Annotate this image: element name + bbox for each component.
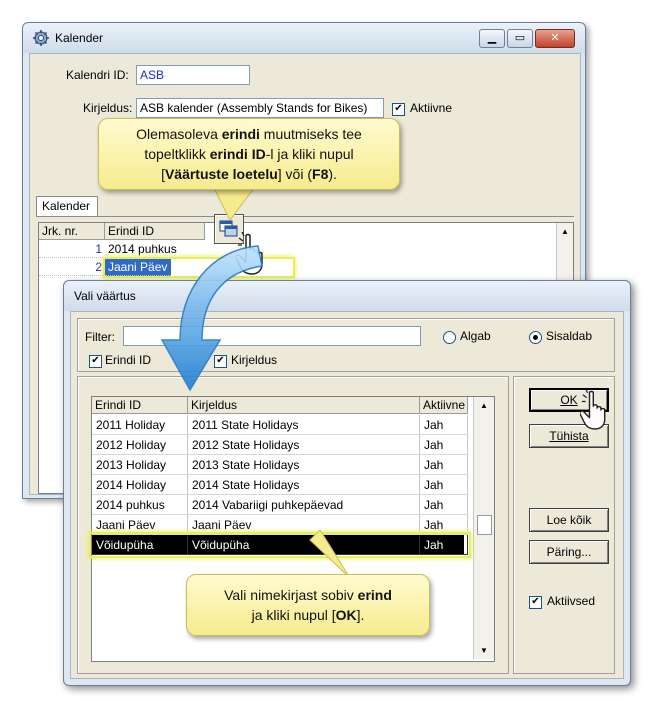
- callout-text: -l ja kliki nupul: [265, 146, 354, 162]
- aktiivne-label: Aktiivne: [410, 101, 453, 115]
- row-erindi-id: 2012 Holiday: [92, 435, 188, 455]
- callout-bottom-pointer: [309, 530, 351, 579]
- scroll-up-icon[interactable]: ▲: [474, 401, 494, 410]
- row-aktiivne: Jah: [420, 475, 468, 495]
- row-erindi-id: 2014 puhkus: [92, 495, 188, 515]
- algab-radio[interactable]: [443, 331, 456, 344]
- callout-text: topeltklikk: [144, 146, 210, 162]
- callout-text-bold: erindi ID: [209, 146, 266, 162]
- row-erindi-id: 2013 Holiday: [92, 455, 188, 475]
- kirjeldus-label: Kirjeldus:: [83, 101, 133, 115]
- curved-arrow-icon: [160, 245, 263, 392]
- row-kirjeldus: 2014 State Holidays: [188, 475, 420, 495]
- callout-text: Olemasoleva: [136, 126, 222, 142]
- dialog-title: Vali väärtus: [74, 289, 136, 303]
- callout-text-bold: OK: [335, 607, 357, 623]
- scroll-up-icon[interactable]: ▲: [557, 227, 573, 236]
- tab-divider: [36, 216, 574, 217]
- aktiivsed-checkbox[interactable]: ✔: [529, 596, 542, 609]
- row-kirjeldus: 2014 Vabariigi puhkepäevad: [188, 495, 420, 515]
- hand-pointer-icon: [579, 388, 618, 435]
- callout-text: Vali nimekirjast sobiv: [224, 587, 358, 603]
- minimize-button[interactable]: ▁: [479, 29, 505, 48]
- close-button[interactable]: ✕: [535, 29, 575, 48]
- maximize-button[interactable]: ▭: [507, 29, 533, 48]
- row-aktiivne: Jah: [420, 495, 468, 515]
- grid-header-jrk[interactable]: Jrk. nr.: [39, 223, 105, 240]
- row-kirjeldus: 2012 State Holidays: [188, 435, 420, 455]
- callout-text-bold: Väärtuste loetelu: [164, 166, 278, 182]
- callout-text: ].: [356, 607, 365, 623]
- scroll-down-icon[interactable]: ▼: [474, 646, 494, 655]
- sisaldab-label: Sisaldab: [546, 329, 593, 343]
- paring-button[interactable]: Päring...: [529, 540, 609, 564]
- row-aktiivne: Jah: [420, 455, 468, 475]
- list-header-aktiivne[interactable]: Aktiivne: [420, 397, 468, 414]
- radio-selected-dot: [533, 335, 538, 340]
- list-row[interactable]: 2013 Holiday 2013 State Holidays Jah: [92, 455, 468, 475]
- aktiivsed-label: Aktiivsed: [547, 594, 596, 608]
- grid-cell-nr: 1: [39, 241, 105, 258]
- kalendri-id-field[interactable]: ASB: [136, 65, 250, 85]
- list-row[interactable]: 2012 Holiday 2012 State Holidays Jah: [92, 435, 468, 455]
- callout-top: Olemasoleva erindi muutmiseks tee topelt…: [98, 118, 400, 190]
- scroll-thumb[interactable]: [477, 515, 492, 535]
- row-kirjeldus: 2013 State Holidays: [188, 455, 420, 475]
- kalendri-id-label: Kalendri ID:: [66, 68, 129, 82]
- list-row[interactable]: 2011 Holiday 2011 State Holidays Jah: [92, 415, 468, 435]
- kirjeldus-field[interactable]: ASB kalender (Assembly Stands for Bikes): [136, 98, 384, 118]
- sisaldab-radio[interactable]: [529, 331, 542, 344]
- row-aktiivne: Jah: [420, 435, 468, 455]
- callout-text-bold: erindi: [221, 126, 260, 142]
- list-row[interactable]: 2014 puhkus 2014 Vabariigi puhkepäevad J…: [92, 495, 468, 515]
- algab-label: Algab: [460, 329, 491, 343]
- row-kirjeldus: 2011 State Holidays: [188, 415, 420, 435]
- callout-text: muutmiseks tee: [259, 126, 362, 142]
- aktiivne-checkbox[interactable]: ✔: [392, 103, 405, 116]
- ok-button-label: OK: [560, 393, 578, 407]
- calendar-app-icon: [33, 30, 49, 46]
- row-erindi-id: 2011 Holiday: [92, 415, 188, 435]
- list-scrollbar[interactable]: ▲ ▼: [473, 397, 494, 659]
- erindi-id-checkbox[interactable]: ✔: [89, 355, 102, 368]
- kalender-titlebar[interactable]: Kalender ▁ ▭ ✕: [23, 23, 585, 53]
- window-title: Kalender: [55, 31, 104, 45]
- grid-header-erindi-id[interactable]: Erindi ID: [105, 223, 205, 240]
- callout-text: ] või (: [277, 166, 313, 182]
- callout-text: ).: [328, 166, 337, 182]
- row-aktiivne: Jah: [420, 415, 468, 435]
- tab-kalender[interactable]: Kalender: [36, 196, 98, 216]
- callout-bottom: Vali nimekirjast sobiv erind ja kliki nu…: [186, 574, 430, 636]
- dialog-titlebar[interactable]: Vali väärtus: [64, 281, 630, 311]
- callout-text-bold: erind: [357, 587, 392, 603]
- list-row[interactable]: 2014 Holiday 2014 State Holidays Jah: [92, 475, 468, 495]
- filter-label: Filter:: [85, 330, 115, 344]
- grid-cell-nr: 2: [39, 259, 105, 276]
- row-erindi-id: 2014 Holiday: [92, 475, 188, 495]
- callout-text: ja kliki nupul [: [251, 607, 336, 623]
- loe-koik-button[interactable]: Loe kõik: [529, 508, 609, 532]
- erindi-id-checkbox-label: Erindi ID: [105, 353, 152, 367]
- callout-text-bold: F8: [312, 166, 329, 182]
